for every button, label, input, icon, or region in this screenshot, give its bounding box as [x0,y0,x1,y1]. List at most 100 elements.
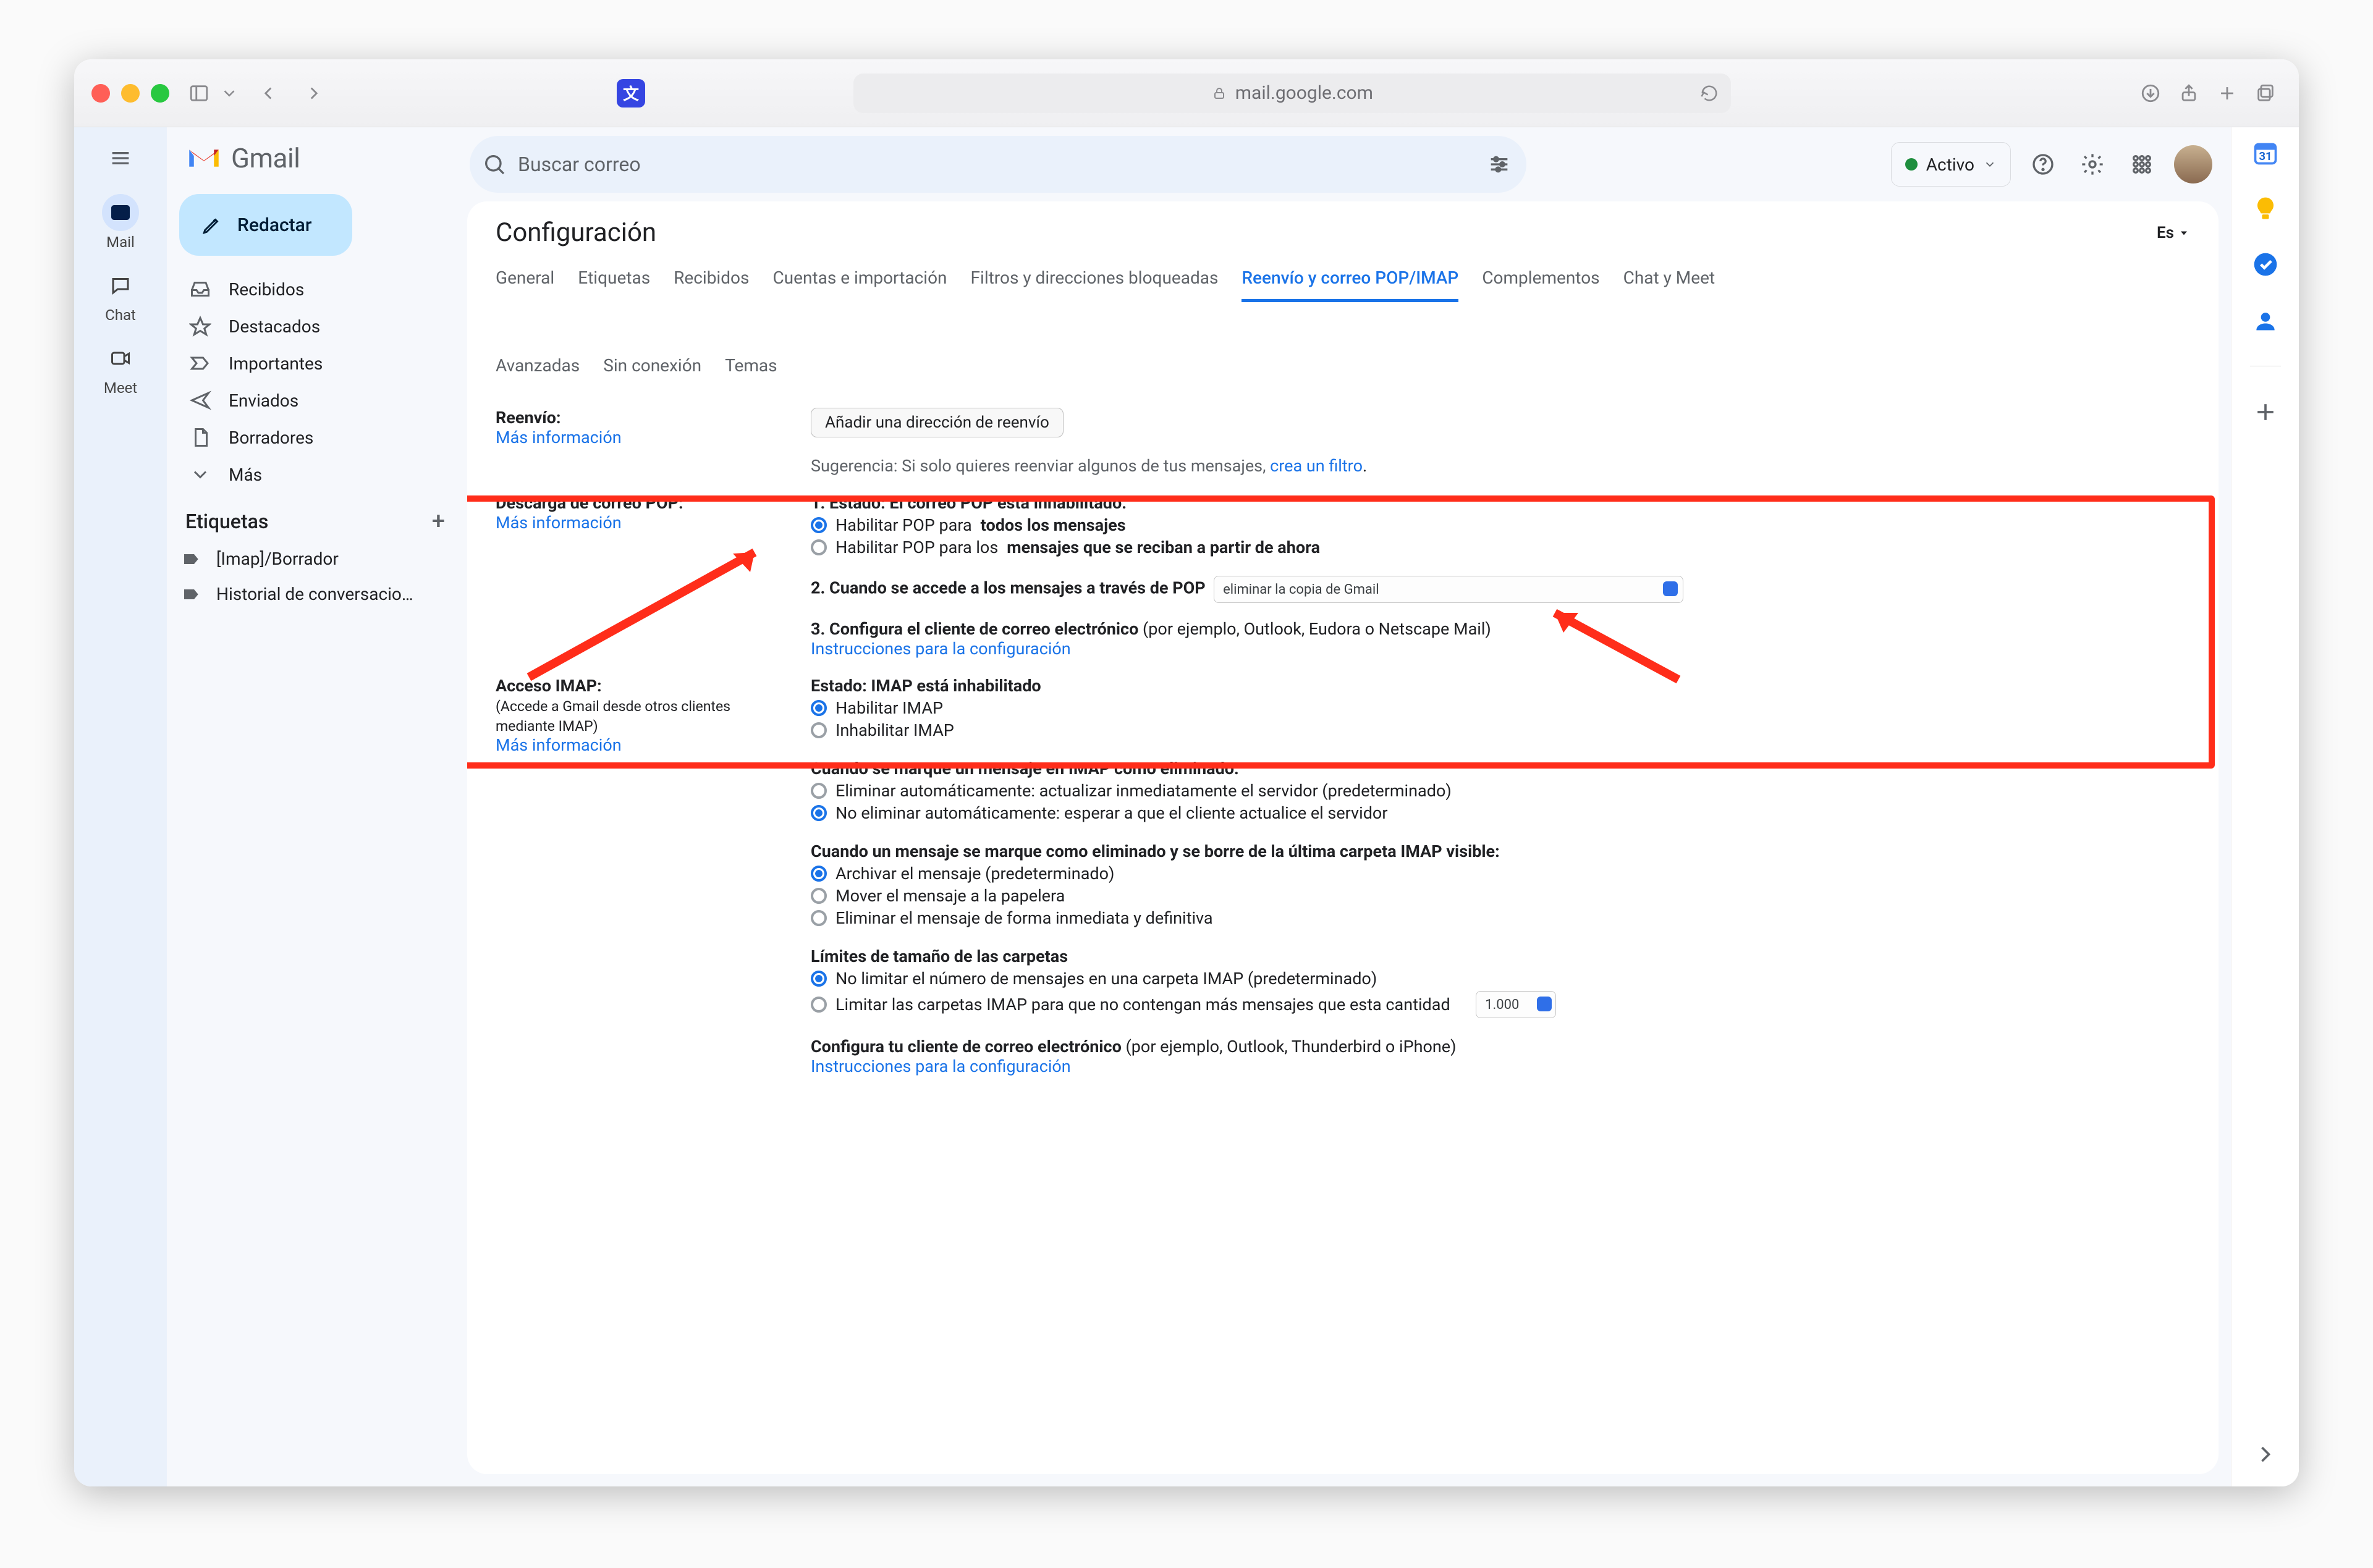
rail-item-mail[interactable]: Mail [102,194,139,251]
caret-down-icon [2178,227,2190,239]
minimize-window-button[interactable] [121,84,140,103]
imap-last-trash[interactable]: Mover el mensaje a la papelera [811,886,2190,906]
tab-cuentas[interactable]: Cuentas e importación [772,261,947,302]
tab-complementos[interactable]: Complementos [1482,261,1599,302]
share-button[interactable] [2173,77,2205,109]
folder-inbox[interactable]: Recibidos [174,271,456,308]
create-filter-link[interactable]: crea un filtro [1270,456,1363,476]
calendar-icon[interactable]: 31 [2252,140,2279,167]
back-button[interactable] [252,77,284,109]
forward-button[interactable] [298,77,330,109]
language-switch[interactable]: Es [2157,224,2190,242]
settings-tabs: General Etiquetas Recibidos Cuentas e im… [467,250,2219,387]
new-tab-button[interactable] [2211,77,2243,109]
reenvio-hint: Sugerencia: Si solo quieres reenviar alg… [811,456,1270,476]
pop-status-text: 1. Estado: El correo POP está inhabilita… [811,493,1127,513]
close-window-button[interactable] [91,84,110,103]
imap-last-delete[interactable]: Eliminar el mensaje de forma inmediata y… [811,908,2190,928]
pop-more-link[interactable]: Más información [496,513,622,533]
label-item[interactable]: [Imap]/Borrador [167,541,463,576]
folder-label: Recibidos [229,279,304,300]
main-menu-button[interactable] [101,138,140,178]
tasks-icon[interactable] [2252,251,2279,278]
browser-toolbar: 文 mail.google.com [74,59,2299,127]
app-rail: Mail Chat Meet [74,127,167,1486]
collapse-panel-icon[interactable] [2252,1441,2279,1468]
folder-drafts[interactable]: Borradores [174,419,456,456]
label-item[interactable]: Historial de conversacio… [167,576,463,612]
rail-item-meet[interactable]: Meet [102,340,139,397]
pop-label: Descarga de correo POP: [496,493,683,513]
radio-icon [811,700,827,716]
reload-icon[interactable] [1700,84,1719,103]
tab-chat-meet[interactable]: Chat y Meet [1623,261,1715,302]
pop-enable-all[interactable]: Habilitar POP para todos los mensajes [811,515,2190,535]
gmail-logo-icon [185,144,222,172]
help-button[interactable] [2026,147,2060,182]
downloads-button[interactable] [2134,77,2167,109]
tab-sin-conexion[interactable]: Sin conexión [603,349,701,387]
imap-size-select[interactable]: 1.000 [1476,991,1556,1018]
imap-size-nolimit[interactable]: No limitar el número de mensajes en una … [811,969,2190,988]
radio-icon [811,539,827,555]
imap-sub: (Accede a Gmail desde otros clientes med… [496,698,730,735]
folder-starred[interactable]: Destacados [174,308,456,345]
address-bar[interactable]: mail.google.com [853,74,1731,113]
apps-button[interactable] [2125,147,2159,182]
settings-button[interactable] [2075,147,2110,182]
tab-general[interactable]: General [496,261,554,302]
pop-config-label: 3. Configura el cliente de correo electr… [811,619,1143,639]
compose-button[interactable]: Redactar [179,194,352,256]
pop-instructions-link[interactable]: Instrucciones para la configuración [811,639,1071,659]
search-placeholder: Buscar correo [518,153,641,176]
imap-size-limit[interactable]: Limitar las carpetas IMAP para que no co… [811,991,2190,1018]
gmail-brand[interactable]: Gmail [167,138,463,189]
imap-delete-heading: Cuando se marque un mensaje en IMAP como… [811,759,1239,778]
contacts-icon[interactable] [2252,306,2279,334]
rail-item-label: Meet [104,379,137,397]
keep-icon[interactable] [2252,195,2279,222]
label-text: Historial de conversacio… [216,584,413,604]
rail-item-chat[interactable]: Chat [102,267,139,324]
pop-enable-now-on[interactable]: Habilitar POP para los mensajes que se r… [811,537,2190,557]
rail-item-label: Mail [106,234,135,251]
imap-del-auto[interactable]: Eliminar automáticamente: actualizar inm… [811,781,2190,801]
sidebar-toggle-button[interactable] [183,77,215,109]
folder-sent[interactable]: Enviados [174,382,456,419]
tabs-button[interactable] [2249,77,2282,109]
account-avatar[interactable] [2174,145,2212,183]
tab-etiquetas[interactable]: Etiquetas [578,261,650,302]
chevron-down-icon [1983,158,1997,171]
folder-important[interactable]: Importantes [174,345,456,382]
status-chip[interactable]: Activo [1891,142,2011,187]
imap-del-wait[interactable]: No eliminar automáticamente: esperar a q… [811,803,2190,823]
dropdown-chevron-icon[interactable] [220,77,239,109]
reenvio-more-link[interactable]: Más información [496,428,622,447]
tab-temas[interactable]: Temas [725,349,777,387]
imap-enable[interactable]: Habilitar IMAP [811,698,2190,718]
add-forwarding-button[interactable]: Añadir una dirección de reenvío [811,408,1064,437]
imap-more-link[interactable]: Más información [496,735,622,755]
page-title: Configuración [496,217,656,248]
folder-list: Recibidos Destacados Importantes Enviado… [167,271,463,493]
maximize-window-button[interactable] [151,84,169,103]
tab-pop-imap[interactable]: Reenvío y correo POP/IMAP [1241,261,1458,302]
folder-label: Destacados [229,316,320,337]
addons-plus-icon[interactable] [2252,398,2279,426]
section-reenvio: Reenvío: Más información Añadir una dire… [496,399,2190,484]
gmail-app: Mail Chat Meet Gmail Redactar Recibido [74,127,2299,1486]
tab-avanzadas[interactable]: Avanzadas [496,349,580,387]
imap-disable[interactable]: Inhabilitar IMAP [811,720,2190,740]
pop-action-select[interactable]: eliminar la copia de Gmail [1214,576,1683,603]
compose-label: Redactar [237,214,311,236]
imap-last-archive[interactable]: Archivar el mensaje (predeterminado) [811,864,2190,883]
add-label-button[interactable]: + [432,508,445,535]
extension-icon[interactable]: 文 [617,79,645,107]
tab-recibidos[interactable]: Recibidos [674,261,749,302]
imap-instructions-link[interactable]: Instrucciones para la configuración [811,1056,1071,1076]
folder-more[interactable]: Más [174,456,456,493]
tab-filtros[interactable]: Filtros y direcciones bloqueadas [971,261,1219,302]
search-input[interactable]: Buscar correo [470,136,1526,193]
window-controls [91,84,169,103]
search-options-icon[interactable] [1487,152,1512,177]
